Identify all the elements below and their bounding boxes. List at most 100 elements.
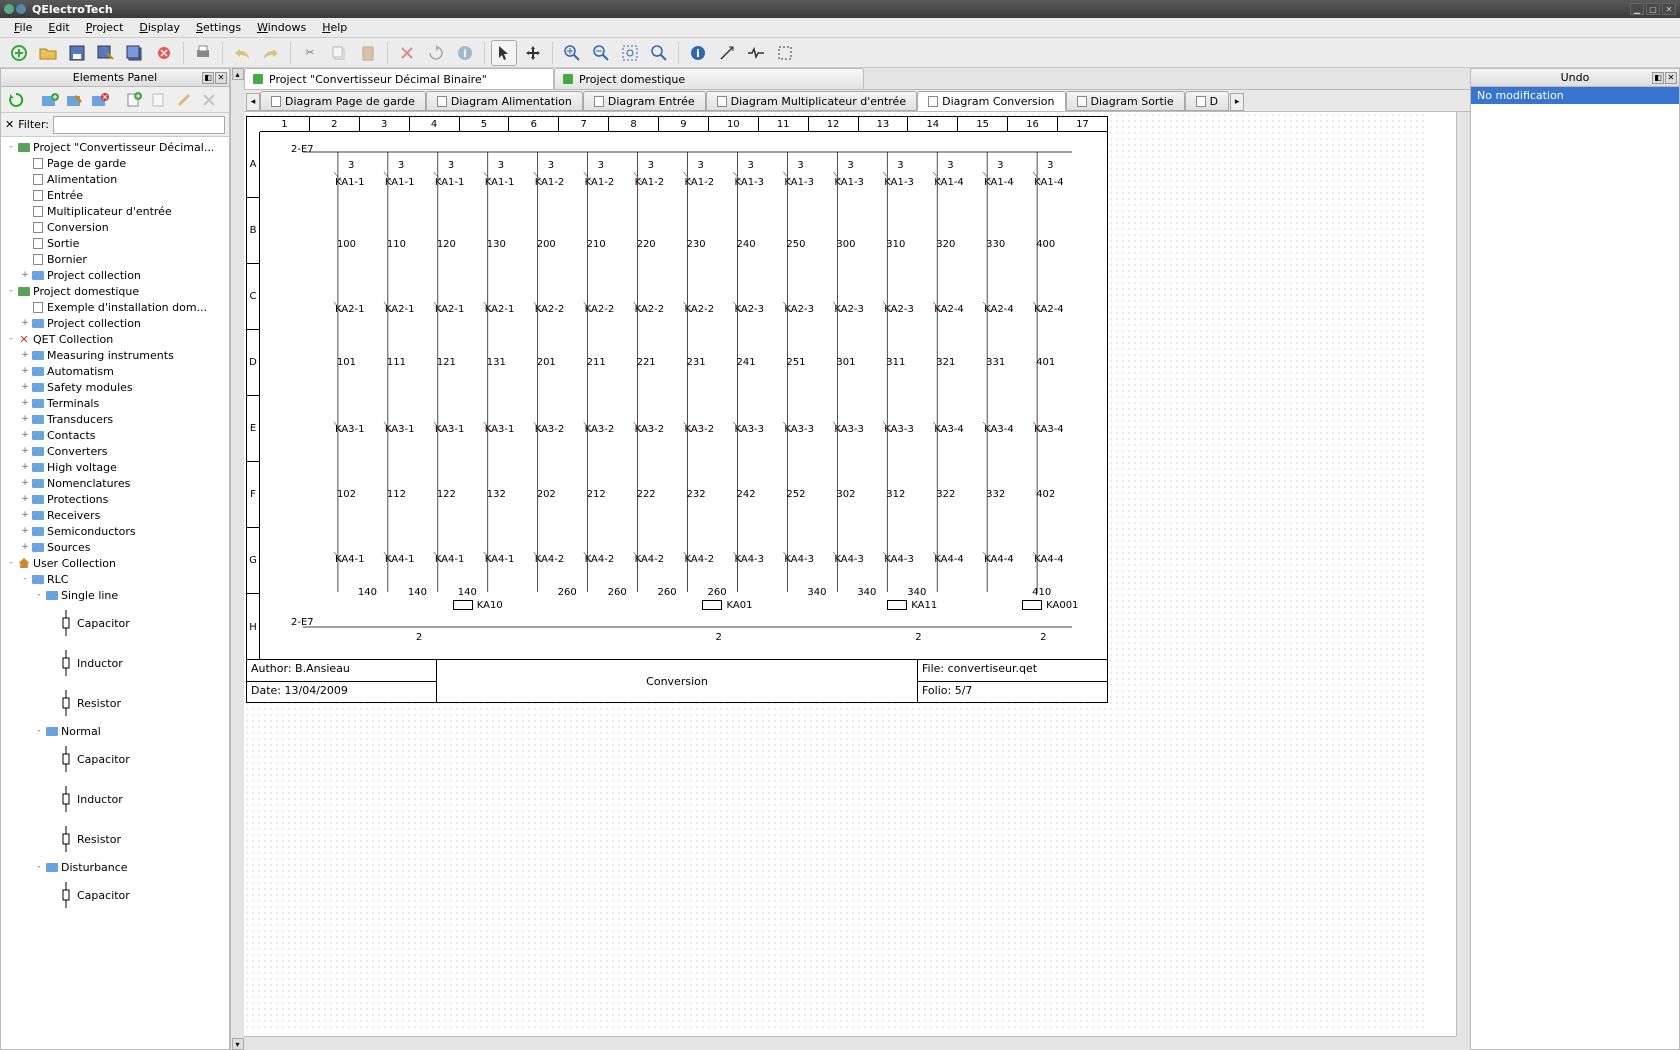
filter-input[interactable]: [53, 116, 225, 134]
info-icon[interactable]: i: [452, 40, 478, 66]
diagram-tab[interactable]: Diagram Page de garde: [260, 91, 426, 111]
print-icon[interactable]: [190, 40, 216, 66]
undo-icon[interactable]: [229, 40, 255, 66]
new-category-icon[interactable]: [39, 89, 61, 111]
delete-icon[interactable]: [394, 40, 420, 66]
menu-edit[interactable]: Edit: [40, 21, 77, 34]
tree-item[interactable]: +Protections: [1, 491, 229, 507]
filter-clear-icon[interactable]: ✕: [5, 118, 14, 131]
tree-item[interactable]: Entrée: [1, 187, 229, 203]
new-element-icon[interactable]: [123, 89, 145, 111]
tree-item[interactable]: +Project collection: [1, 267, 229, 283]
diagram-tab[interactable]: Diagram Conversion: [917, 91, 1065, 111]
zoom-fit-icon[interactable]: [617, 40, 643, 66]
conductor-icon[interactable]: [743, 40, 769, 66]
tab-scroll-left[interactable]: ◂: [246, 93, 260, 111]
open-icon[interactable]: [35, 40, 61, 66]
tree-item[interactable]: +Contacts: [1, 427, 229, 443]
tree-item[interactable]: +Sources: [1, 539, 229, 555]
tree-item[interactable]: -User Collection: [1, 555, 229, 571]
tree-item[interactable]: Alimentation: [1, 171, 229, 187]
menu-file[interactable]: File: [6, 21, 40, 34]
tree-item[interactable]: -Single line: [1, 587, 229, 603]
cut-icon[interactable]: ✂: [297, 40, 323, 66]
window-close-icon[interactable]: ✕: [1662, 3, 1676, 15]
menu-help[interactable]: Help: [314, 21, 355, 34]
tree-item[interactable]: +Measuring instruments: [1, 347, 229, 363]
tree-item[interactable]: -Disturbance: [1, 859, 229, 875]
diagram-tab[interactable]: Diagram Entrée: [583, 91, 706, 111]
menu-settings[interactable]: Settings: [188, 21, 249, 34]
rotate-icon[interactable]: [423, 40, 449, 66]
save-all-icon[interactable]: [122, 40, 148, 66]
tree-item[interactable]: -RLC: [1, 571, 229, 587]
tree-item[interactable]: Multiplicateur d'entrée: [1, 203, 229, 219]
close-icon[interactable]: [151, 40, 177, 66]
tree-item[interactable]: Resistor: [1, 683, 229, 723]
tree-item[interactable]: Capacitor: [1, 603, 229, 643]
delete-element-icon[interactable]: [198, 89, 220, 111]
diagram-tab[interactable]: Diagram Multiplicateur d'entrée: [706, 91, 917, 111]
zoom-reset-icon[interactable]: [646, 40, 672, 66]
tab-scroll-right[interactable]: ▸: [1230, 93, 1244, 111]
window-maximize-icon[interactable]: ▢: [1646, 3, 1660, 15]
diagram-tab[interactable]: D: [1185, 91, 1229, 111]
edit-category-icon[interactable]: [64, 89, 86, 111]
tree-item[interactable]: Resistor: [1, 819, 229, 859]
edit-element-icon[interactable]: [173, 89, 195, 111]
tree-item[interactable]: -✕QET Collection: [1, 331, 229, 347]
tree-item[interactable]: +Terminals: [1, 395, 229, 411]
undo-item[interactable]: No modification: [1471, 87, 1679, 104]
save-as-icon[interactable]: [93, 40, 119, 66]
zoom-out-icon[interactable]: [588, 40, 614, 66]
tree-item[interactable]: +Project collection: [1, 315, 229, 331]
diagram-info-icon[interactable]: i: [685, 40, 711, 66]
zoom-in-icon[interactable]: [559, 40, 585, 66]
tree-item[interactable]: -Project "Convertisseur Décimal...: [1, 139, 229, 155]
tree-item[interactable]: Inductor: [1, 779, 229, 819]
tree-item[interactable]: Inductor: [1, 643, 229, 683]
move-tool-icon[interactable]: [520, 40, 546, 66]
diagram-tab[interactable]: Diagram Alimentation: [426, 91, 583, 111]
tree-item[interactable]: +Semiconductors: [1, 523, 229, 539]
tree-item[interactable]: Capacitor: [1, 739, 229, 779]
save-icon[interactable]: [64, 40, 90, 66]
pointer-tool-icon[interactable]: [491, 40, 517, 66]
scrollbar-vertical[interactable]: [1456, 112, 1470, 1036]
elements-tree[interactable]: -Project "Convertisseur Décimal...Page d…: [1, 137, 229, 1049]
tree-item[interactable]: +Receivers: [1, 507, 229, 523]
panel-close-icon[interactable]: ✕: [215, 72, 227, 84]
tree-item[interactable]: +High voltage: [1, 459, 229, 475]
project-tab[interactable]: Project "Convertisseur Décimal Binaire": [244, 68, 554, 89]
tree-item[interactable]: Conversion: [1, 219, 229, 235]
panel-scrollbar[interactable]: ▴▾: [230, 68, 244, 1050]
tree-item[interactable]: +Safety modules: [1, 379, 229, 395]
select-all-icon[interactable]: [772, 40, 798, 66]
tree-item[interactable]: Page de garde: [1, 155, 229, 171]
diagram-tab[interactable]: Diagram Sortie: [1066, 91, 1185, 111]
tree-item[interactable]: +Transducers: [1, 411, 229, 427]
paste-icon[interactable]: [355, 40, 381, 66]
tree-item[interactable]: +Converters: [1, 443, 229, 459]
redo-icon[interactable]: [258, 40, 284, 66]
tree-item[interactable]: Bornier: [1, 251, 229, 267]
panel-close-icon[interactable]: ✕: [1665, 72, 1677, 84]
tree-item[interactable]: -Normal: [1, 723, 229, 739]
panel-float-icon[interactable]: ◧: [202, 72, 214, 84]
add-column-icon[interactable]: [714, 40, 740, 66]
new-project-icon[interactable]: [6, 40, 32, 66]
tree-item[interactable]: Exemple d'installation dom...: [1, 299, 229, 315]
project-tab[interactable]: Project domestique: [554, 68, 864, 89]
copy-icon[interactable]: [326, 40, 352, 66]
menu-project[interactable]: Project: [78, 21, 132, 34]
tree-item[interactable]: +Nomenclatures: [1, 475, 229, 491]
window-minimize-icon[interactable]: ▁: [1630, 3, 1644, 15]
panel-float-icon[interactable]: ◧: [1652, 72, 1664, 84]
canvas[interactable]: ABCDEFGH 1234567891011121314151617 2-E72…: [244, 112, 1470, 1050]
tree-item[interactable]: Capacitor: [1, 875, 229, 915]
import-element-icon[interactable]: [148, 89, 170, 111]
delete-category-icon[interactable]: [89, 89, 111, 111]
reload-icon[interactable]: [5, 89, 27, 111]
menu-display[interactable]: Display: [131, 21, 188, 34]
menu-windows[interactable]: Windows: [249, 21, 314, 34]
